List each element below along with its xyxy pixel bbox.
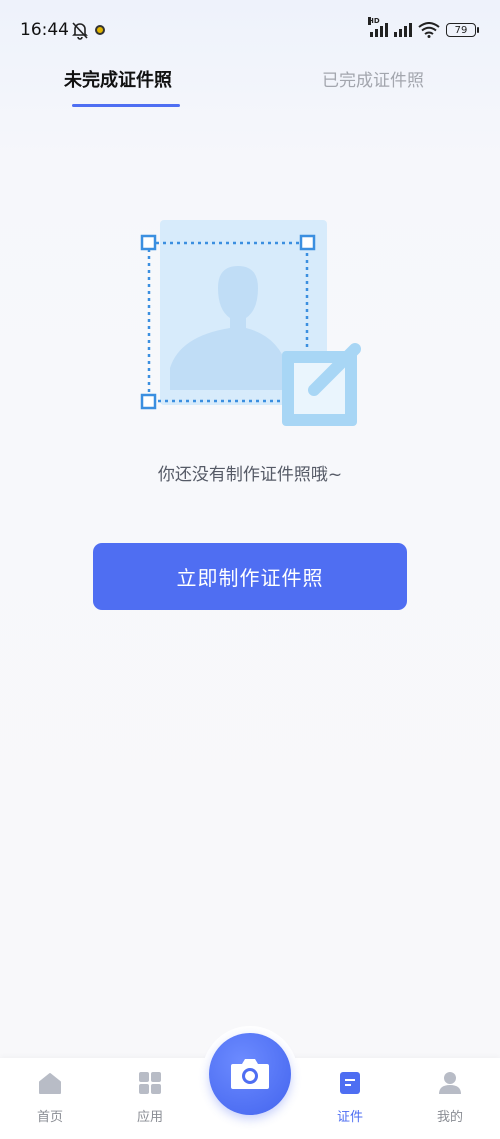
grid-icon: [139, 1072, 161, 1094]
empty-photo-illustration: [140, 220, 361, 426]
empty-state-message: 你还没有制作证件照哦~: [157, 465, 343, 485]
status-bar: 16:44 HD 79: [0, 0, 500, 60]
nav-profile[interactable]: 我的: [420, 1070, 480, 1125]
nav-documents-label: 证件: [336, 1110, 363, 1125]
signal-icon: HD: [368, 17, 388, 37]
nav-home[interactable]: 首页: [20, 1070, 80, 1125]
home-icon: [39, 1073, 61, 1094]
tab-completed[interactable]: 已完成证件照: [322, 66, 424, 91]
app-notification-icon: [95, 25, 105, 35]
document-icon: [340, 1072, 360, 1094]
nav-profile-label: 我的: [436, 1110, 463, 1125]
user-icon: [439, 1072, 461, 1094]
wifi-icon: [418, 22, 440, 38]
bell-muted-icon: [72, 22, 88, 40]
tab-incomplete[interactable]: 未完成证件照: [64, 66, 172, 92]
active-tab-indicator: [72, 104, 180, 107]
tab-bar: 未完成证件照 已完成证件照: [0, 60, 500, 110]
battery-indicator: 79: [446, 23, 479, 37]
nav-apps-label: 应用: [136, 1110, 163, 1125]
camera-icon: [231, 1059, 269, 1089]
make-id-photo-button[interactable]: 立即制作证件照: [93, 543, 407, 610]
nav-home-label: 首页: [36, 1110, 63, 1125]
status-indicators: HD 79: [368, 17, 479, 38]
nav-documents[interactable]: 证件: [320, 1070, 380, 1125]
status-time: 16:44: [20, 20, 69, 40]
nav-apps[interactable]: 应用: [120, 1070, 180, 1125]
signal-icon-2: [394, 23, 412, 37]
camera-button[interactable]: [209, 1033, 291, 1115]
